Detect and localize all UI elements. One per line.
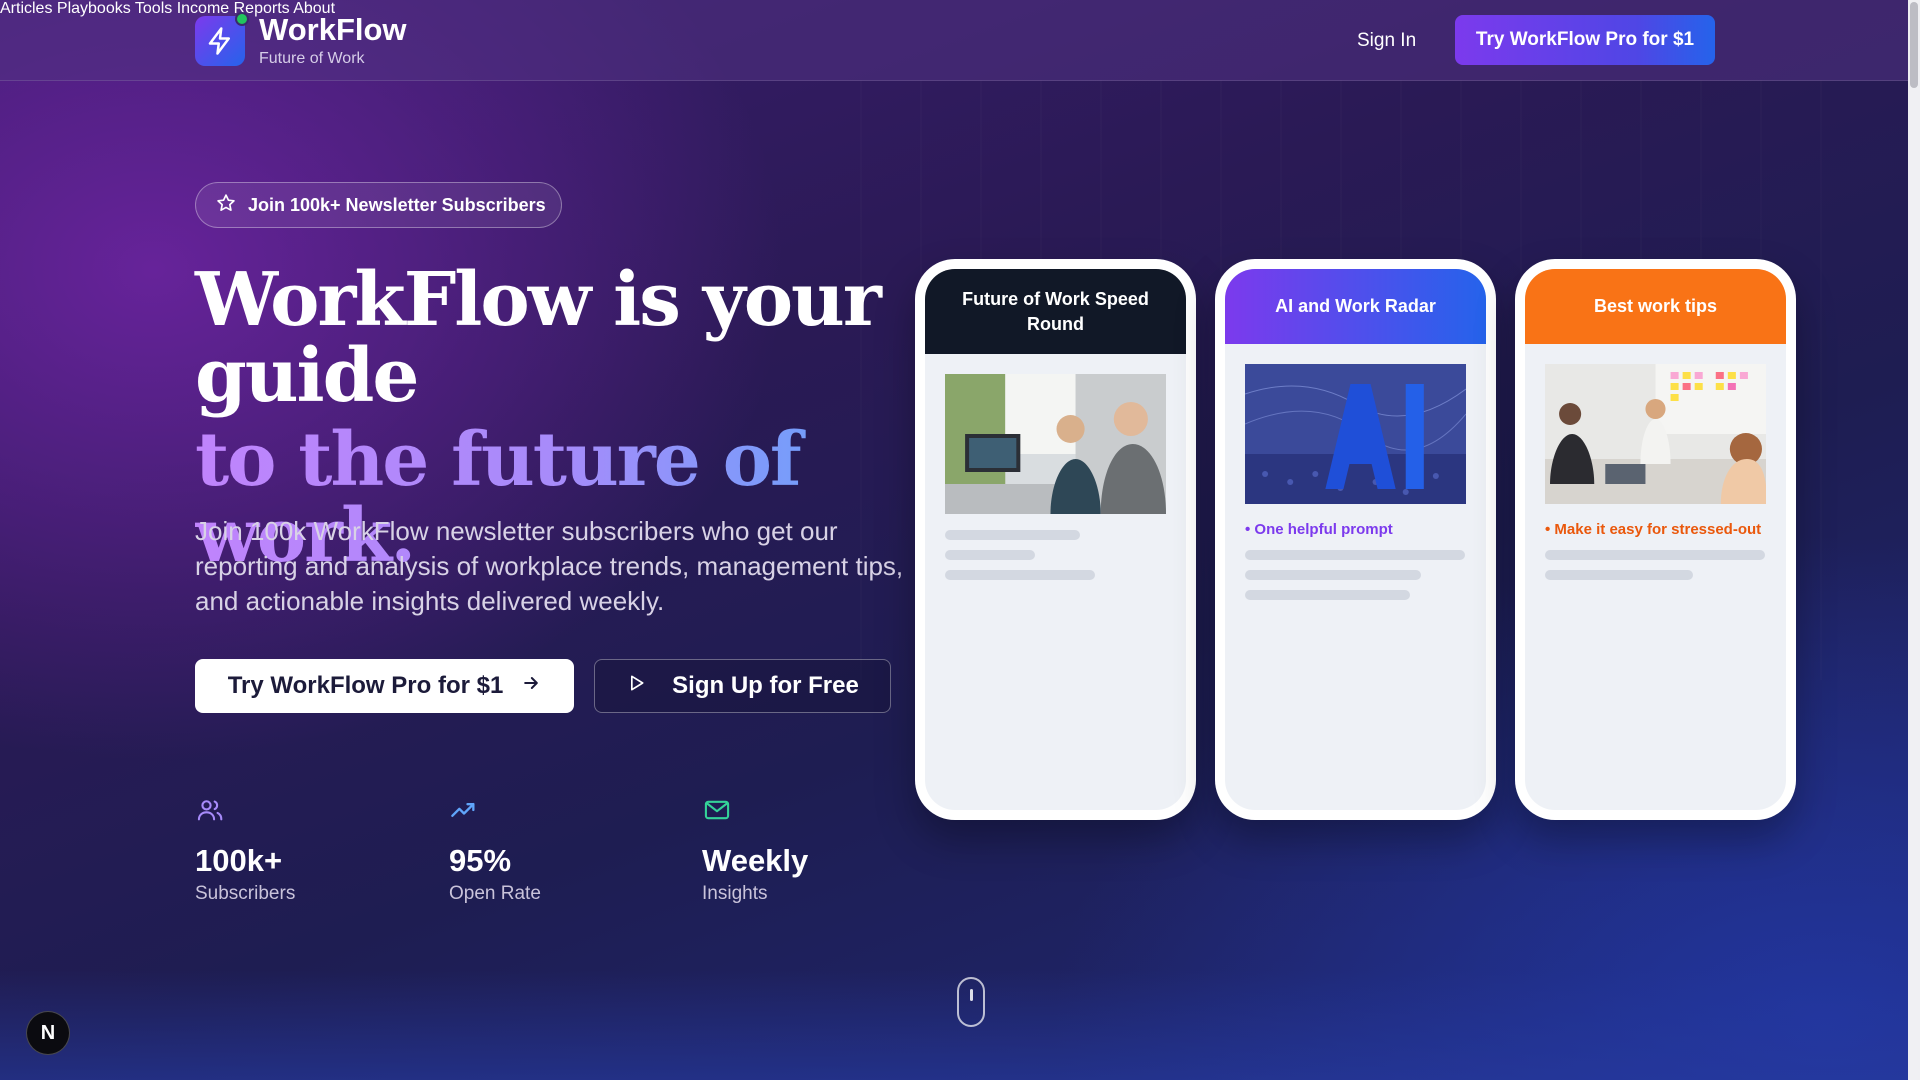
stat-label: Insights xyxy=(702,883,768,904)
card-bullet: • One helpful prompt xyxy=(1245,521,1393,538)
placeholder-line xyxy=(1545,550,1765,560)
try-pro-hero-label: Try WorkFlow Pro for $1 xyxy=(227,672,504,699)
stat-label: Subscribers xyxy=(195,883,296,904)
card-title: Best work tips xyxy=(1525,269,1786,344)
stat-subscribers: 100k+ Subscribers xyxy=(195,796,295,905)
newsletter-card-work-tips[interactable]: Best work tips • Make it easy for stress… xyxy=(1515,259,1796,820)
trending-up-icon xyxy=(449,803,479,828)
sign-in-link[interactable]: Sign In xyxy=(1357,30,1416,52)
stat-value: 100k+ xyxy=(195,843,283,878)
framework-badge[interactable]: N xyxy=(26,1011,70,1055)
brand-logo[interactable]: WorkFlow Future of Work xyxy=(195,12,407,68)
scroll-indicator-icon[interactable] xyxy=(957,977,985,1027)
nav-playbooks[interactable]: Playbooks xyxy=(57,0,131,17)
badge-label: Join 100k+ Newsletter Subscribers xyxy=(248,194,546,215)
sign-up-free-label: Sign Up for Free xyxy=(672,672,859,699)
brand-tagline: Future of Work xyxy=(259,50,365,67)
site-header: WorkFlow Future of Work Articles Playboo… xyxy=(0,0,1908,81)
placeholder-line xyxy=(945,570,1095,580)
try-pro-button[interactable]: Try WorkFlow Pro for $1 xyxy=(1455,15,1715,65)
lightning-bolt-icon xyxy=(195,12,249,66)
placeholder-line xyxy=(1245,550,1465,560)
arrow-right-icon xyxy=(521,672,541,700)
scrollbar-thumb[interactable] xyxy=(1910,2,1918,88)
stat-insights: Weekly Insights xyxy=(702,796,808,905)
card-image-ai xyxy=(1245,364,1466,504)
sign-up-free-button[interactable]: Sign Up for Free xyxy=(594,659,891,713)
play-icon xyxy=(626,672,646,700)
card-image-office xyxy=(945,374,1166,514)
scrollbar[interactable] xyxy=(1908,0,1920,1080)
card-title: Future of Work Speed Round xyxy=(925,269,1186,354)
placeholder-line xyxy=(1245,590,1410,600)
stat-label: Open Rate xyxy=(449,883,541,904)
placeholder-line xyxy=(945,550,1035,560)
nav-tools[interactable]: Tools xyxy=(135,0,172,17)
hero-description: Join 100k WorkFlow newsletter subscriber… xyxy=(195,516,904,616)
nav-articles[interactable]: Articles xyxy=(0,0,52,17)
star-icon xyxy=(216,193,236,218)
placeholder-line xyxy=(1245,570,1421,580)
card-bullet: • Make it easy for stressed-out xyxy=(1545,521,1762,538)
card-image-meeting xyxy=(1545,364,1766,504)
headline-line-1: WorkFlow is your guide xyxy=(195,257,882,419)
newsletter-card-ai-radar[interactable]: AI and Work Radar • One helpful prompt xyxy=(1215,259,1496,820)
stat-value: Weekly xyxy=(702,843,809,878)
users-icon xyxy=(195,800,225,828)
status-dot xyxy=(235,12,249,26)
placeholder-line xyxy=(1545,570,1693,580)
mail-icon xyxy=(702,800,732,828)
try-pro-hero-button[interactable]: Try WorkFlow Pro for $1 xyxy=(195,659,574,713)
card-title: AI and Work Radar xyxy=(1225,269,1486,344)
subscribers-badge: Join 100k+ Newsletter Subscribers xyxy=(195,182,562,228)
brand-name: WorkFlow xyxy=(259,12,407,47)
newsletter-card-speed-round[interactable]: Future of Work Speed Round xyxy=(915,259,1196,820)
stat-value: 95% xyxy=(449,843,512,878)
placeholder-line xyxy=(945,530,1080,540)
stat-open-rate: 95% Open Rate xyxy=(449,796,541,905)
